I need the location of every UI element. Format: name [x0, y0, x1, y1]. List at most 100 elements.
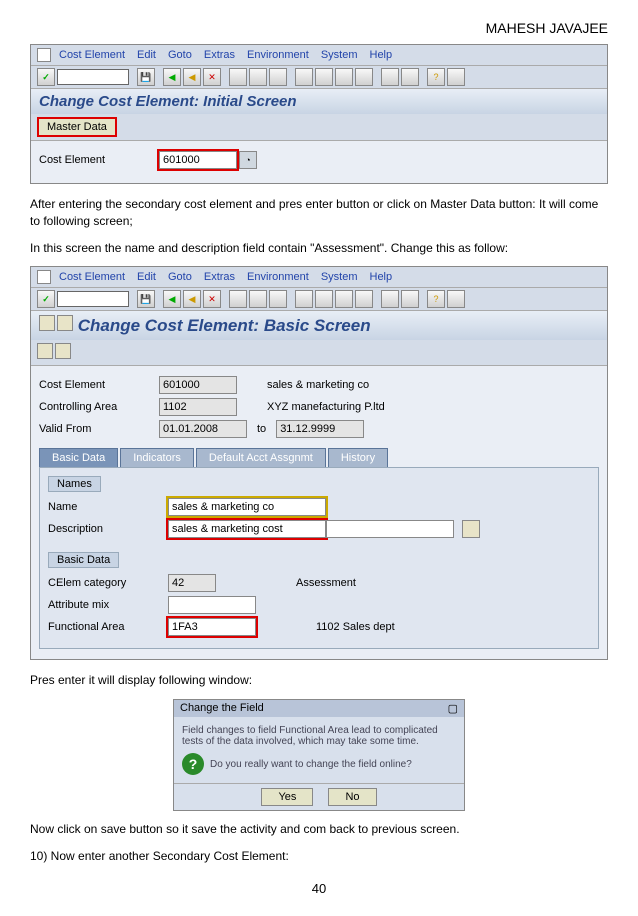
window-icon — [37, 270, 51, 284]
celem-category-value: 42 — [168, 574, 216, 592]
toolbar-icon-2[interactable] — [55, 343, 71, 359]
functional-area-input[interactable]: 1FA3 — [168, 618, 256, 636]
cancel-icon[interactable]: ✕ — [203, 290, 221, 308]
name-input[interactable]: sales & marketing co — [168, 498, 326, 516]
cost-element-input[interactable]: 601000 — [159, 151, 237, 169]
form-area-2: Cost Element 601000 sales & marketing co… — [31, 366, 607, 659]
celem-category-desc: Assessment — [296, 577, 356, 589]
cost-element-label: Cost Element — [39, 154, 159, 166]
enter-icon[interactable]: ✓ — [37, 290, 55, 308]
menu-extras[interactable]: Extras — [200, 271, 239, 283]
back-icon[interactable]: ◀ — [163, 68, 181, 86]
cost-element-label: Cost Element — [39, 379, 159, 391]
prev-page-icon[interactable] — [315, 290, 333, 308]
valid-from-label: Valid From — [39, 423, 159, 435]
next-page-icon[interactable] — [335, 290, 353, 308]
last-page-icon[interactable] — [355, 290, 373, 308]
find-icon[interactable] — [249, 68, 267, 86]
last-page-icon[interactable] — [355, 68, 373, 86]
master-data-button[interactable]: Master Data — [37, 117, 117, 137]
body-text-3: Pres enter it will display following win… — [30, 672, 608, 689]
layout-icon[interactable] — [447, 290, 465, 308]
command-field[interactable] — [57, 69, 129, 85]
toolbar: ✓ 💾 ◀ ◀ ✕ ? — [31, 66, 607, 89]
cost-element-value: 601000 — [159, 376, 237, 394]
change-field-dialog: Change the Field ▢ Field changes to fiel… — [173, 699, 465, 811]
description-input[interactable]: sales & marketing cost — [168, 520, 326, 538]
menu-edit[interactable]: Edit — [133, 49, 160, 61]
yes-button[interactable]: Yes — [261, 788, 313, 806]
to-label: to — [257, 423, 266, 435]
print-icon[interactable] — [229, 68, 247, 86]
tab-content: Names Name sales & marketing co Descript… — [39, 467, 599, 649]
attribute-mix-input[interactable] — [168, 596, 256, 614]
question-icon: ? — [182, 753, 204, 775]
menu-help[interactable]: Help — [366, 49, 397, 61]
find-icon[interactable] — [249, 290, 267, 308]
f4-help-icon[interactable]: ◔ — [239, 151, 257, 169]
find-next-icon[interactable] — [269, 68, 287, 86]
display-icon[interactable] — [39, 315, 55, 331]
description-ext[interactable] — [326, 520, 454, 538]
tab-basic-data[interactable]: Basic Data — [39, 448, 118, 467]
tab-default-acct[interactable]: Default Acct Assgnmt — [196, 448, 326, 467]
exit-icon[interactable]: ◀ — [183, 290, 201, 308]
cost-element-desc: sales & marketing co — [267, 379, 369, 391]
tab-indicators[interactable]: Indicators — [120, 448, 194, 467]
cancel-icon[interactable]: ✕ — [203, 68, 221, 86]
body-text-2: In this screen the name and description … — [30, 240, 608, 257]
menu-environment[interactable]: Environment — [243, 271, 313, 283]
name-label: Name — [48, 501, 168, 513]
menu-cost-element[interactable]: Cost Element — [55, 271, 129, 283]
body-text-1: After entering the secondary cost elemen… — [30, 196, 608, 230]
save-icon[interactable]: 💾 — [137, 68, 155, 86]
tab-history[interactable]: History — [328, 448, 388, 467]
valid-from-value: 01.01.2008 — [159, 420, 247, 438]
prev-page-icon[interactable] — [315, 68, 333, 86]
back-icon[interactable]: ◀ — [163, 290, 181, 308]
help-icon[interactable]: ? — [427, 68, 445, 86]
find-next-icon[interactable] — [269, 290, 287, 308]
shortcut-icon[interactable] — [401, 290, 419, 308]
menu-goto[interactable]: Goto — [164, 271, 196, 283]
new-session-icon[interactable] — [381, 290, 399, 308]
controlling-area-desc: XYZ manefacturing P.ltd — [267, 401, 385, 413]
exit-icon[interactable]: ◀ — [183, 68, 201, 86]
save-icon[interactable]: 💾 — [137, 290, 155, 308]
print-icon[interactable] — [229, 290, 247, 308]
long-text-icon[interactable] — [462, 520, 480, 538]
layout-icon[interactable] — [447, 68, 465, 86]
screen-title: Change Cost Element: Initial Screen — [31, 89, 607, 114]
dialog-close-icon[interactable]: ▢ — [448, 702, 458, 715]
menu-bar: Cost Element Edit Goto Extras Environmen… — [31, 45, 607, 66]
new-session-icon[interactable] — [381, 68, 399, 86]
first-page-icon[interactable] — [295, 68, 313, 86]
menu-edit[interactable]: Edit — [133, 271, 160, 283]
functional-area-desc: 1102 Sales dept — [316, 621, 395, 633]
command-field[interactable] — [57, 291, 129, 307]
sap-window-basic: Cost Element Edit Goto Extras Environmen… — [30, 266, 608, 660]
next-page-icon[interactable] — [335, 68, 353, 86]
group-basic-data: Basic Data — [48, 552, 119, 568]
toolbar-icon-1[interactable] — [37, 343, 53, 359]
body-text-5: 10) Now enter another Secondary Cost Ele… — [30, 848, 608, 865]
menu-cost-element[interactable]: Cost Element — [55, 49, 129, 61]
shortcut-icon[interactable] — [401, 68, 419, 86]
group-names: Names — [48, 476, 101, 492]
attribute-mix-label: Attribute mix — [48, 599, 168, 611]
no-button[interactable]: No — [328, 788, 376, 806]
enter-icon[interactable]: ✓ — [37, 68, 55, 86]
menu-bar-2: Cost Element Edit Goto Extras Environmen… — [31, 267, 607, 288]
menu-system[interactable]: System — [317, 271, 362, 283]
overview-icon[interactable] — [57, 315, 73, 331]
window-icon — [37, 48, 51, 62]
menu-system[interactable]: System — [317, 49, 362, 61]
menu-environment[interactable]: Environment — [243, 49, 313, 61]
menu-extras[interactable]: Extras — [200, 49, 239, 61]
page-header: MAHESH JAVAJEE — [30, 20, 608, 36]
help-icon[interactable]: ? — [427, 290, 445, 308]
menu-goto[interactable]: Goto — [164, 49, 196, 61]
menu-help[interactable]: Help — [366, 271, 397, 283]
first-page-icon[interactable] — [295, 290, 313, 308]
dialog-title: Change the Field — [180, 702, 264, 715]
